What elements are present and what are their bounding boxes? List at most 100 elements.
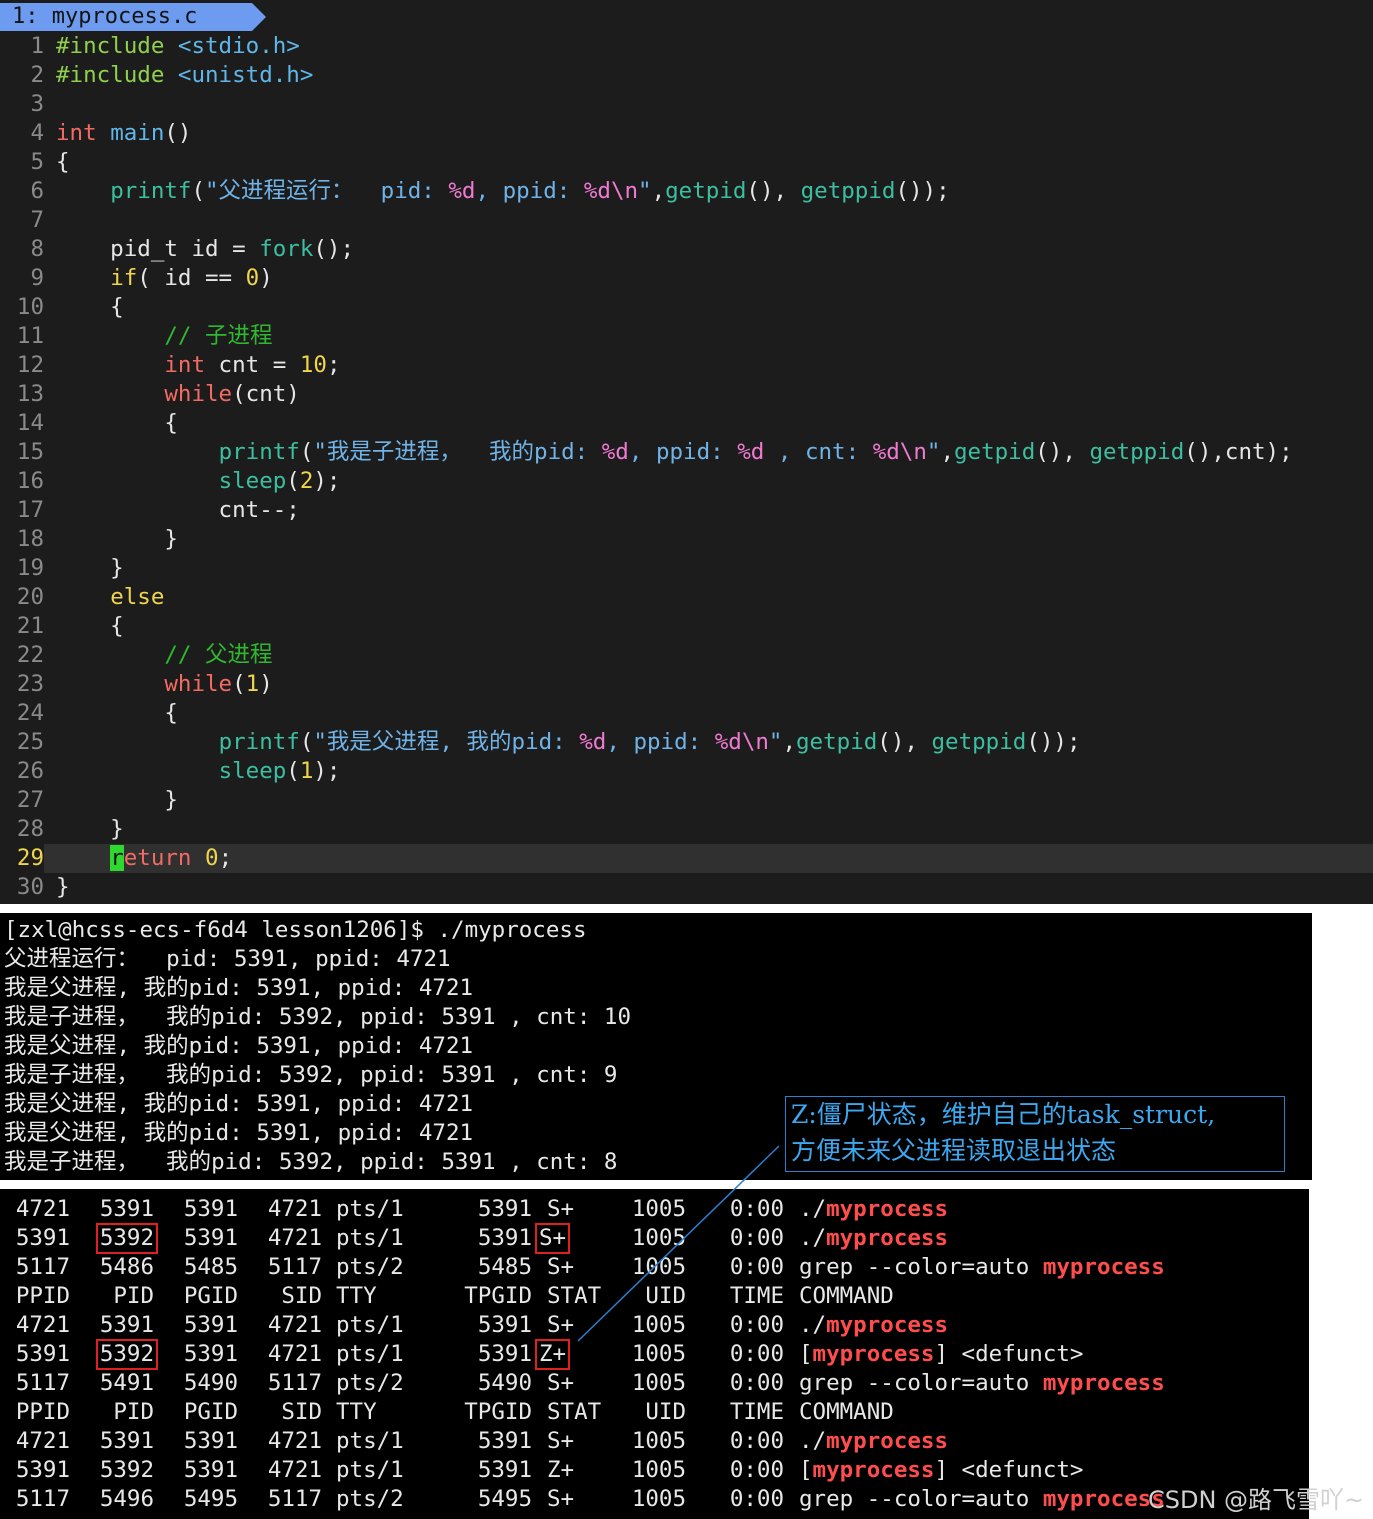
- code-line[interactable]: 7: [0, 206, 1373, 235]
- code-line[interactable]: 9 if( id == 0): [0, 264, 1373, 293]
- code-line[interactable]: 6 printf("父进程运行： pid: %d, ppid: %d\n",ge…: [0, 177, 1373, 206]
- code-line[interactable]: 21 {: [0, 612, 1373, 641]
- ps-cell-pid: 5392: [95, 1223, 159, 1254]
- ps-cell-pid: 5486: [99, 1254, 154, 1280]
- code-token: {: [56, 613, 124, 639]
- output-line: 我是子进程， 我的pid: 5392, ppid: 5391 , cnt: 9: [4, 1062, 618, 1088]
- process-name-highlight: myprocess: [1042, 1486, 1165, 1512]
- line-number: 7: [30, 207, 44, 233]
- code-line[interactable]: 16 sleep(2);: [0, 467, 1373, 496]
- ps-cell-time: 0:00: [729, 1341, 784, 1367]
- code-token: <stdio.h>: [177, 33, 300, 59]
- ps-cell-command: grep --color=auto myprocess: [799, 1485, 1165, 1514]
- code-token: ();: [313, 236, 355, 262]
- output-line: 父进程运行： pid: 5391, ppid: 4721: [4, 946, 451, 972]
- code-line[interactable]: 29 return 0;: [0, 844, 1373, 873]
- line-text: // 父进程: [56, 641, 272, 670]
- line-text: while(cnt): [56, 380, 300, 409]
- code-line[interactable]: 10 {: [0, 293, 1373, 322]
- code-token: printf: [218, 439, 300, 465]
- code-token: (cnt): [232, 381, 300, 407]
- code-token: (: [191, 178, 206, 204]
- line-text: printf("我是子进程， 我的pid: %d, ppid: %d , cnt…: [56, 438, 1293, 467]
- code-token: <unistd.h>: [177, 62, 314, 88]
- ps-cell-tpgid: 5495: [477, 1486, 532, 1512]
- ps-cell-pid: 5391: [99, 1428, 154, 1454]
- code-line[interactable]: 20 else: [0, 583, 1373, 612]
- code-token: getpid: [953, 439, 1036, 465]
- text-cursor: r: [110, 845, 124, 871]
- code-line[interactable]: 19 }: [0, 554, 1373, 583]
- code-token: (),: [746, 178, 801, 204]
- ps-cell-tpgid: 5391: [477, 1457, 532, 1483]
- ps-cell-uid: 1005: [631, 1370, 686, 1396]
- ps-cell-uid: 1005: [631, 1341, 686, 1367]
- code-token: sleep: [218, 468, 287, 494]
- line-text: sleep(2);: [56, 467, 341, 496]
- line-text: #include <stdio.h>: [56, 32, 300, 61]
- code-area[interactable]: 1 #include <stdio.h> 2 #include <unistd.h> 3…: [0, 32, 1373, 902]
- line-number: 20: [16, 584, 44, 610]
- code-line[interactable]: 17 cnt--;: [0, 496, 1373, 525]
- code-line[interactable]: 30}: [0, 873, 1373, 902]
- code-line[interactable]: 11 // 子进程: [0, 322, 1373, 351]
- code-line[interactable]: 2 #include <unistd.h>: [0, 61, 1373, 90]
- code-line[interactable]: 3: [0, 90, 1373, 119]
- process-name-highlight: myprocess: [1042, 1370, 1165, 1396]
- ps-cell-uid: 1005: [631, 1254, 686, 1280]
- command-text: [: [799, 1341, 813, 1367]
- code-token: (),cnt);: [1184, 439, 1293, 465]
- code-line[interactable]: 12 int cnt = 10;: [0, 351, 1373, 380]
- ps-cell-tpgid: TPGID: [464, 1283, 532, 1309]
- code-line[interactable]: 24 {: [0, 699, 1373, 728]
- ps-cell-pid: PID: [113, 1283, 154, 1309]
- ps-cell-pgid: 5391: [183, 1225, 238, 1251]
- code-token: );: [313, 758, 341, 784]
- code-line[interactable]: 26 sleep(1);: [0, 757, 1373, 786]
- process-name-highlight: myprocess: [812, 1341, 935, 1367]
- code-line[interactable]: 18 }: [0, 525, 1373, 554]
- line-text: }: [56, 786, 178, 815]
- ps-cell-uid: UID: [645, 1399, 686, 1425]
- code-line[interactable]: 22 // 父进程: [0, 641, 1373, 670]
- code-line[interactable]: 27 }: [0, 786, 1373, 815]
- ps-cell-sid: 4721: [267, 1457, 322, 1483]
- code-token: cnt =: [205, 352, 300, 378]
- code-line[interactable]: 5{: [0, 148, 1373, 177]
- ps-output-table[interactable]: 4721 5391 5391 4721 pts/1 5391 S+ 1005 0:00 ./myp…: [0, 1189, 1309, 1519]
- code-line[interactable]: 25 printf("我是父进程, 我的pid: %d, ppid: %d\n"…: [0, 728, 1373, 757]
- code-token: (: [286, 468, 300, 494]
- code-line[interactable]: 4 int main(): [0, 119, 1373, 148]
- code-token: }: [56, 787, 178, 813]
- code-line[interactable]: 28 }: [0, 815, 1373, 844]
- line-number: 26: [16, 758, 44, 784]
- command-text: grep --color=auto: [799, 1254, 1043, 1280]
- code-line[interactable]: 14 {: [0, 409, 1373, 438]
- line-text: {: [56, 612, 124, 641]
- file-tab[interactable]: 1: myprocess.c: [0, 3, 252, 31]
- line-number: 2: [30, 62, 44, 88]
- ps-cell-time: 0:00: [729, 1225, 784, 1251]
- code-token: ): [259, 265, 273, 291]
- code-token: else: [110, 584, 165, 610]
- ps-cell-tpgid: 5391: [477, 1196, 532, 1222]
- code-line[interactable]: 1 #include <stdio.h>: [0, 32, 1373, 61]
- vim-editor[interactable]: 1: myprocess.c 1 #include <stdio.h> 2 #incl…: [0, 0, 1373, 904]
- code-line[interactable]: 15 printf("我是子进程， 我的pid: %d, ppid: %d , …: [0, 438, 1373, 467]
- ps-cell-ppid: PPID: [15, 1283, 70, 1309]
- code-token: (: [299, 439, 314, 465]
- code-token: , cnt:: [764, 439, 873, 465]
- ps-cell-time: 0:00: [729, 1428, 784, 1454]
- code-line[interactable]: 8 pid_t id = fork();: [0, 235, 1373, 264]
- code-line[interactable]: 13 while(cnt): [0, 380, 1373, 409]
- code-token: eturn: [123, 845, 192, 871]
- output-line: 我是子进程， 我的pid: 5392, ppid: 5391 , cnt: 8: [4, 1149, 618, 1175]
- line-text: while(1): [56, 670, 272, 699]
- code-token: 0: [205, 845, 219, 871]
- code-line[interactable]: 23 while(1): [0, 670, 1373, 699]
